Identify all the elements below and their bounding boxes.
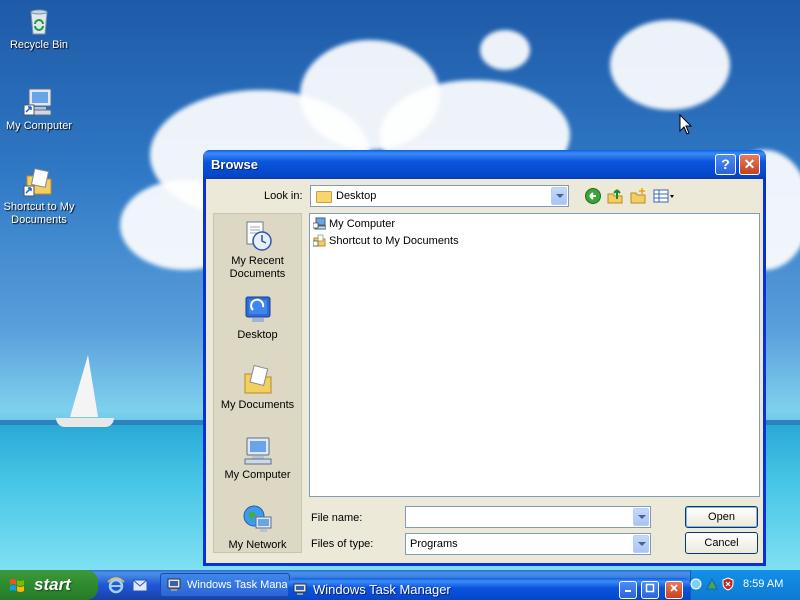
taskbar-button-task-manager[interactable]: Windows Task Manag xyxy=(160,573,290,597)
desktop-icon-my-documents-shortcut[interactable]: Shortcut to My Documents xyxy=(0,166,78,227)
close-button[interactable]: ✕ xyxy=(739,154,760,175)
dialog-title: Browse xyxy=(211,157,258,172)
minimize-icon xyxy=(625,590,631,592)
taskbar-button-label: Windows Task Manag xyxy=(187,579,287,591)
place-label: My Recent Documents xyxy=(229,255,286,280)
help-button[interactable]: ? xyxy=(715,154,736,175)
chevron-down-icon[interactable] xyxy=(633,535,649,553)
security-shield-icon[interactable] xyxy=(721,577,735,591)
place-my-recent-documents[interactable]: My Recent Documents xyxy=(214,220,301,281)
desktop-icon-label: My Computer xyxy=(5,120,73,132)
maximize-button[interactable] xyxy=(641,581,659,599)
desktop-icon-label: Recycle Bin xyxy=(9,39,69,51)
place-label: My Computer xyxy=(224,469,291,481)
desktop-icon-label: Shortcut to My Documents xyxy=(3,201,75,226)
system-tray: 8:59 AM xyxy=(690,570,800,600)
windows-logo-icon xyxy=(10,579,24,592)
task-manager-close-button[interactable] xyxy=(665,581,683,599)
files-of-type-label: Files of type: xyxy=(311,538,374,550)
task-manager-icon xyxy=(167,578,181,591)
mouse-cursor-icon xyxy=(679,114,693,135)
task-manager-icon xyxy=(293,583,307,595)
internet-explorer-icon[interactable] xyxy=(107,576,125,594)
desktop-icon-my-computer[interactable]: My Computer xyxy=(0,85,78,133)
task-manager-title: Windows Task Manager xyxy=(313,582,451,597)
place-label: My Network xyxy=(228,539,287,551)
file-item-label: Shortcut to My Documents xyxy=(329,235,459,247)
desktop-icon xyxy=(245,296,270,322)
file-list[interactable]: My Computer Shortcut to My Documents xyxy=(309,213,760,497)
my-computer-icon xyxy=(244,437,271,465)
look-in-dropdown[interactable]: Desktop xyxy=(310,185,569,207)
new-folder-icon[interactable] xyxy=(629,187,647,205)
recent-documents-icon xyxy=(246,221,272,251)
start-label: start xyxy=(34,575,71,594)
my-documents-icon xyxy=(244,364,271,394)
outlook-express-icon[interactable] xyxy=(131,576,149,594)
clock: 8:59 AM xyxy=(743,578,784,590)
cloud xyxy=(610,20,730,110)
my-documents-shortcut-icon xyxy=(23,168,52,197)
place-my-computer[interactable]: My Computer xyxy=(214,434,301,482)
cloud xyxy=(480,30,530,70)
my-documents-shortcut-icon xyxy=(313,234,326,247)
files-of-type-dropdown[interactable]: Programs xyxy=(405,533,651,555)
look-in-value: Desktop xyxy=(336,190,377,202)
folder-icon xyxy=(316,191,332,203)
dialog-title-bar[interactable]: Browse ? ✕ xyxy=(203,150,766,179)
file-item-label: My Computer xyxy=(329,218,396,230)
place-label: Desktop xyxy=(237,329,278,341)
place-label: My Documents xyxy=(220,399,295,411)
sailboat-hull xyxy=(56,418,114,427)
look-in-label: Look in: xyxy=(264,190,303,202)
recycle-bin-icon xyxy=(30,9,48,35)
close-icon xyxy=(670,584,678,592)
my-computer-icon xyxy=(23,88,52,116)
desktop-icon-recycle-bin[interactable]: Recycle Bin xyxy=(0,4,78,52)
chevron-down-icon[interactable] xyxy=(551,187,567,205)
cancel-button[interactable]: Cancel xyxy=(685,532,758,554)
chevron-down-icon[interactable] xyxy=(633,508,649,526)
my-computer-icon xyxy=(313,217,326,230)
tray-icon[interactable] xyxy=(689,577,703,591)
back-arrow-icon[interactable] xyxy=(584,187,602,205)
my-network-icon xyxy=(243,505,271,532)
maximize-icon xyxy=(645,583,655,593)
task-manager-window[interactable]: Windows Task Manager xyxy=(288,578,690,600)
file-item-my-computer[interactable]: My Computer xyxy=(313,216,395,232)
file-name-label: File name: xyxy=(311,512,363,524)
view-menu-icon[interactable] xyxy=(653,187,677,205)
place-my-documents[interactable]: My Documents xyxy=(214,364,301,412)
start-button[interactable]: start xyxy=(0,570,98,600)
place-my-network[interactable]: My Network xyxy=(214,504,301,552)
network-tray-icon[interactable] xyxy=(705,577,719,591)
file-item-my-documents-shortcut[interactable]: Shortcut to My Documents xyxy=(313,233,459,249)
file-name-input[interactable] xyxy=(405,506,651,528)
up-one-level-icon[interactable] xyxy=(606,187,624,205)
browse-dialog: Browse ? ✕ Look in: Desktop My Recent Do… xyxy=(203,150,766,566)
open-button[interactable]: Open xyxy=(685,506,758,528)
minimize-button[interactable] xyxy=(619,581,637,599)
sailboat-sail xyxy=(70,355,98,417)
files-of-type-value: Programs xyxy=(410,538,458,550)
places-bar: My Recent Documents Desktop My Documents xyxy=(213,213,302,553)
place-desktop[interactable]: Desktop xyxy=(214,294,301,342)
